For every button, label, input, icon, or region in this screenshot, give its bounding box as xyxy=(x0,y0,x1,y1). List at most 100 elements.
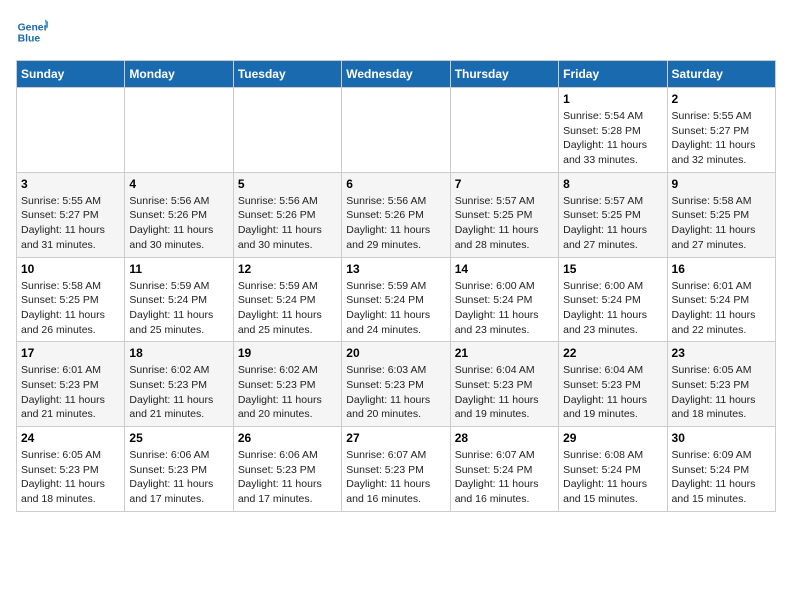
page-header: General Blue xyxy=(16,16,776,48)
day-number: 11 xyxy=(129,262,228,276)
calendar-week-3: 10 Sunrise: 5:58 AM Sunset: 5:25 PM Dayli… xyxy=(17,257,776,342)
calendar-cell: 11Sunrise: 5:59 AM Sunset: 5:24 PM Dayli… xyxy=(125,257,233,342)
day-info: Sunrise: 5:56 AM Sunset: 5:26 PM Dayligh… xyxy=(129,194,228,253)
day-info: Sunrise: 6:07 AM Sunset: 5:23 PM Dayligh… xyxy=(346,448,445,507)
day-info: Sunrise: 6:09 AM Sunset: 5:24 PM Dayligh… xyxy=(672,448,771,507)
day-number: 27 xyxy=(346,431,445,445)
calendar-cell: 30 Sunrise: 6:09 AM Sunset: 5:24 PM Dayli… xyxy=(667,427,775,512)
calendar-cell: 3 Sunrise: 5:55 AM Sunset: 5:27 PM Daylig… xyxy=(17,172,125,257)
calendar-cell: 24Sunrise: 6:05 AM Sunset: 5:23 PM Dayli… xyxy=(17,427,125,512)
day-info: Sunrise: 6:02 AM Sunset: 5:23 PM Dayligh… xyxy=(238,363,337,422)
calendar-cell: 7 Sunrise: 5:57 AM Sunset: 5:25 PM Daylig… xyxy=(450,172,558,257)
day-number: 1 xyxy=(563,92,662,106)
day-info: Sunrise: 5:54 AM Sunset: 5:28 PM Dayligh… xyxy=(563,109,662,168)
calendar-cell: 9 Sunrise: 5:58 AM Sunset: 5:25 PM Daylig… xyxy=(667,172,775,257)
day-info: Sunrise: 6:04 AM Sunset: 5:23 PM Dayligh… xyxy=(563,363,662,422)
calendar-cell: 19Sunrise: 6:02 AM Sunset: 5:23 PM Dayli… xyxy=(233,342,341,427)
day-number: 29 xyxy=(563,431,662,445)
weekday-header-saturday: Saturday xyxy=(667,61,775,88)
svg-text:General: General xyxy=(18,22,48,33)
calendar-cell: 8 Sunrise: 5:57 AM Sunset: 5:25 PM Daylig… xyxy=(559,172,667,257)
calendar-cell xyxy=(17,88,125,173)
day-info: Sunrise: 6:00 AM Sunset: 5:24 PM Dayligh… xyxy=(455,279,554,338)
day-info: Sunrise: 5:56 AM Sunset: 5:26 PM Dayligh… xyxy=(346,194,445,253)
calendar-cell: 15Sunrise: 6:00 AM Sunset: 5:24 PM Dayli… xyxy=(559,257,667,342)
calendar-cell: 10 Sunrise: 5:58 AM Sunset: 5:25 PM Dayli… xyxy=(17,257,125,342)
day-info: Sunrise: 5:58 AM Sunset: 5:25 PM Dayligh… xyxy=(672,194,771,253)
day-info: Sunrise: 5:55 AM Sunset: 5:27 PM Dayligh… xyxy=(21,194,120,253)
calendar-cell: 14 Sunrise: 6:00 AM Sunset: 5:24 PM Dayli… xyxy=(450,257,558,342)
day-info: Sunrise: 6:05 AM Sunset: 5:23 PM Dayligh… xyxy=(21,448,120,507)
calendar-week-2: 3 Sunrise: 5:55 AM Sunset: 5:27 PM Daylig… xyxy=(17,172,776,257)
day-number: 26 xyxy=(238,431,337,445)
day-info: Sunrise: 5:56 AM Sunset: 5:26 PM Dayligh… xyxy=(238,194,337,253)
day-number: 28 xyxy=(455,431,554,445)
day-number: 4 xyxy=(129,177,228,191)
calendar-cell xyxy=(342,88,450,173)
calendar-cell: 26 Sunrise: 6:06 AM Sunset: 5:23 PM Dayli… xyxy=(233,427,341,512)
calendar-week-4: 17 Sunrise: 6:01 AM Sunset: 5:23 PM Dayli… xyxy=(17,342,776,427)
day-info: Sunrise: 6:03 AM Sunset: 5:23 PM Dayligh… xyxy=(346,363,445,422)
day-info: Sunrise: 5:55 AM Sunset: 5:27 PM Dayligh… xyxy=(672,109,771,168)
calendar-cell xyxy=(125,88,233,173)
calendar-header: SundayMondayTuesdayWednesdayThursdayFrid… xyxy=(17,61,776,88)
calendar-cell: 5Sunrise: 5:56 AM Sunset: 5:26 PM Daylig… xyxy=(233,172,341,257)
svg-text:Blue: Blue xyxy=(18,34,41,45)
day-info: Sunrise: 5:59 AM Sunset: 5:24 PM Dayligh… xyxy=(238,279,337,338)
day-number: 6 xyxy=(346,177,445,191)
day-info: Sunrise: 6:06 AM Sunset: 5:23 PM Dayligh… xyxy=(129,448,228,507)
day-number: 3 xyxy=(21,177,120,191)
day-info: Sunrise: 5:57 AM Sunset: 5:25 PM Dayligh… xyxy=(563,194,662,253)
calendar-cell: 21Sunrise: 6:04 AM Sunset: 5:23 PM Dayli… xyxy=(450,342,558,427)
day-info: Sunrise: 6:04 AM Sunset: 5:23 PM Dayligh… xyxy=(455,363,554,422)
day-number: 2 xyxy=(672,92,771,106)
calendar-week-1: 1 Sunrise: 5:54 AM Sunset: 5:28 PM Daylig… xyxy=(17,88,776,173)
day-number: 17 xyxy=(21,346,120,360)
day-number: 15 xyxy=(563,262,662,276)
calendar-cell: 20 Sunrise: 6:03 AM Sunset: 5:23 PM Dayli… xyxy=(342,342,450,427)
calendar-cell: 13Sunrise: 5:59 AM Sunset: 5:24 PM Dayli… xyxy=(342,257,450,342)
day-number: 8 xyxy=(563,177,662,191)
calendar-cell: 25Sunrise: 6:06 AM Sunset: 5:23 PM Dayli… xyxy=(125,427,233,512)
calendar-table: SundayMondayTuesdayWednesdayThursdayFrid… xyxy=(16,60,776,512)
calendar-cell xyxy=(233,88,341,173)
day-info: Sunrise: 5:59 AM Sunset: 5:24 PM Dayligh… xyxy=(346,279,445,338)
day-number: 30 xyxy=(672,431,771,445)
calendar-cell: 12 Sunrise: 5:59 AM Sunset: 5:24 PM Dayli… xyxy=(233,257,341,342)
calendar-cell: 27 Sunrise: 6:07 AM Sunset: 5:23 PM Dayli… xyxy=(342,427,450,512)
day-info: Sunrise: 6:08 AM Sunset: 5:24 PM Dayligh… xyxy=(563,448,662,507)
calendar-cell xyxy=(450,88,558,173)
day-info: Sunrise: 6:06 AM Sunset: 5:23 PM Dayligh… xyxy=(238,448,337,507)
day-number: 23 xyxy=(672,346,771,360)
day-info: Sunrise: 5:57 AM Sunset: 5:25 PM Dayligh… xyxy=(455,194,554,253)
calendar-cell: 6 Sunrise: 5:56 AM Sunset: 5:26 PM Daylig… xyxy=(342,172,450,257)
calendar-cell: 1 Sunrise: 5:54 AM Sunset: 5:28 PM Daylig… xyxy=(559,88,667,173)
day-info: Sunrise: 6:07 AM Sunset: 5:24 PM Dayligh… xyxy=(455,448,554,507)
weekday-header-sunday: Sunday xyxy=(17,61,125,88)
day-number: 18 xyxy=(129,346,228,360)
day-number: 7 xyxy=(455,177,554,191)
calendar-cell: 16Sunrise: 6:01 AM Sunset: 5:24 PM Dayli… xyxy=(667,257,775,342)
day-info: Sunrise: 5:58 AM Sunset: 5:25 PM Dayligh… xyxy=(21,279,120,338)
calendar-cell: 29 Sunrise: 6:08 AM Sunset: 5:24 PM Dayli… xyxy=(559,427,667,512)
weekday-header-wednesday: Wednesday xyxy=(342,61,450,88)
day-info: Sunrise: 6:01 AM Sunset: 5:24 PM Dayligh… xyxy=(672,279,771,338)
day-number: 22 xyxy=(563,346,662,360)
day-number: 20 xyxy=(346,346,445,360)
day-number: 9 xyxy=(672,177,771,191)
day-number: 12 xyxy=(238,262,337,276)
day-number: 10 xyxy=(21,262,120,276)
weekday-header-thursday: Thursday xyxy=(450,61,558,88)
calendar-week-5: 24Sunrise: 6:05 AM Sunset: 5:23 PM Dayli… xyxy=(17,427,776,512)
day-info: Sunrise: 6:02 AM Sunset: 5:23 PM Dayligh… xyxy=(129,363,228,422)
calendar-cell: 18 Sunrise: 6:02 AM Sunset: 5:23 PM Dayli… xyxy=(125,342,233,427)
weekday-header-tuesday: Tuesday xyxy=(233,61,341,88)
day-info: Sunrise: 6:05 AM Sunset: 5:23 PM Dayligh… xyxy=(672,363,771,422)
weekday-header-monday: Monday xyxy=(125,61,233,88)
day-number: 14 xyxy=(455,262,554,276)
weekday-header-friday: Friday xyxy=(559,61,667,88)
logo: General Blue xyxy=(16,16,56,48)
calendar-cell: 28 Sunrise: 6:07 AM Sunset: 5:24 PM Dayli… xyxy=(450,427,558,512)
day-info: Sunrise: 6:01 AM Sunset: 5:23 PM Dayligh… xyxy=(21,363,120,422)
calendar-body: 1 Sunrise: 5:54 AM Sunset: 5:28 PM Daylig… xyxy=(17,88,776,512)
